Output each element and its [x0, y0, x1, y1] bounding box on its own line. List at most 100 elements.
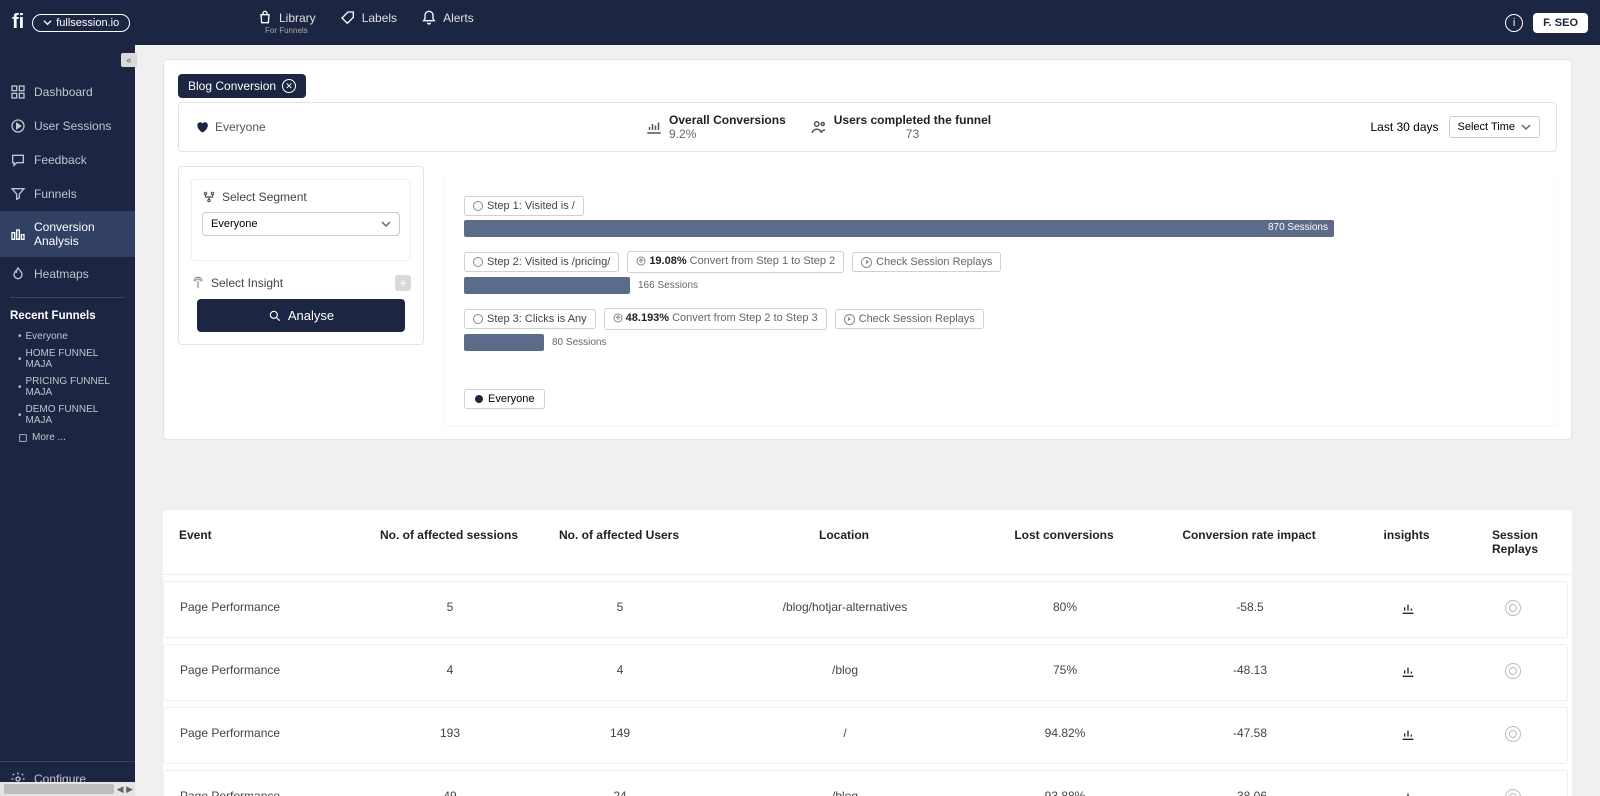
- legend-dot-icon: [475, 395, 483, 403]
- funnel-name: Blog Conversion: [188, 79, 276, 93]
- bar-value: 166 Sessions: [638, 280, 698, 291]
- recent-funnel-item[interactable]: •Everyone: [0, 328, 135, 345]
- heart-icon: [195, 120, 209, 134]
- info-icon[interactable]: i: [1505, 14, 1523, 32]
- arrow-up-icon: [613, 313, 623, 323]
- nav-label: Alerts: [443, 11, 474, 25]
- grid-icon: [10, 84, 26, 100]
- bar-value: 80 Sessions: [552, 337, 606, 348]
- cell-location: /blog: [720, 789, 970, 796]
- arrow-up-icon: [636, 256, 646, 266]
- table-row: Page Performance4924/blog93.88%-38.06: [163, 770, 1568, 796]
- cell-users: 24: [520, 789, 720, 796]
- step-label-pill: Step 2: Visited is /pricing/: [464, 252, 619, 272]
- sidebar-item-conversion[interactable]: Conversion Analysis: [0, 211, 135, 257]
- table-row: Page Performance55/blog/hotjar-alternati…: [163, 581, 1568, 638]
- table-row: Page Performance44/blog75%-48.13: [163, 644, 1568, 701]
- funnel-step: Step 2: Visited is /pricing/ 19.08% Conv…: [464, 251, 1537, 294]
- recent-funnel-item[interactable]: •DEMO FUNNEL MAJA: [0, 401, 135, 429]
- bell-icon: [421, 10, 437, 26]
- col-header-sessions: No. of affected sessions: [379, 528, 519, 556]
- radio-icon: [473, 257, 483, 267]
- check-replays-button[interactable]: Check Session Replays: [852, 252, 1001, 272]
- sidebar-item-heatmaps[interactable]: Heatmaps: [0, 257, 135, 291]
- branch-icon: [202, 190, 216, 204]
- bar-chart-icon: [1400, 789, 1416, 796]
- cell-insights[interactable]: [1340, 600, 1475, 619]
- step-label: Step 3: Clicks is Any: [487, 313, 587, 325]
- horizontal-scrollbar[interactable]: ◀ ▶: [0, 782, 135, 796]
- col-header-replays: Session Replays: [1474, 528, 1556, 556]
- cell-sessions: 5: [380, 600, 520, 619]
- table-row: Page Performance193149/94.82%-47.58: [163, 707, 1568, 764]
- play-icon: [844, 314, 855, 325]
- site-selector[interactable]: fullsession.io: [32, 14, 130, 32]
- recent-funnels-header: Recent Funnels: [0, 304, 135, 328]
- topbar: fi fullsession.io Library For Funnels La…: [0, 0, 1600, 45]
- cell-insights[interactable]: [1340, 726, 1475, 745]
- nav-labels[interactable]: Labels: [340, 10, 397, 35]
- funnel-step: Step 3: Clicks is Any 48.193% Convert fr…: [464, 308, 1537, 351]
- target-icon: [1505, 789, 1521, 796]
- sidebar-item-label: Feedback: [34, 153, 87, 167]
- chevron-down-icon: [43, 18, 52, 27]
- col-header-impact: Conversion rate impact: [1159, 528, 1339, 556]
- cell-replay[interactable]: [1475, 663, 1551, 682]
- bar-chart-icon: [1400, 726, 1416, 742]
- col-header-insights: insights: [1339, 528, 1474, 556]
- conversion-pill: 19.08% Convert from Step 1 to Step 2: [627, 251, 844, 273]
- collapse-sidebar[interactable]: «: [121, 53, 137, 67]
- sidebar-item-feedback[interactable]: Feedback: [0, 143, 135, 177]
- target-icon: [1505, 600, 1521, 616]
- step-bar: [464, 334, 544, 351]
- main-content: Blog Conversion ✕ Everyone Overall Conve…: [135, 45, 1600, 796]
- date-range-label: Last 30 days: [1370, 120, 1438, 134]
- nav-sublabel: For Funnels: [265, 26, 308, 35]
- step-label: Step 2: Visited is /pricing/: [487, 256, 610, 268]
- chevron-down-icon: [381, 219, 391, 229]
- analyse-button[interactable]: Analyse: [197, 299, 405, 332]
- step-bar: [464, 277, 630, 294]
- events-table: Event No. of affected sessions No. of af…: [163, 510, 1572, 796]
- col-header-location: Location: [719, 528, 969, 556]
- nav-alerts[interactable]: Alerts: [421, 10, 474, 35]
- chat-icon: [10, 152, 26, 168]
- cell-location: /blog: [720, 663, 970, 682]
- topbar-right: i F. SEO: [1505, 13, 1588, 33]
- recent-funnel-item[interactable]: •PRICING FUNNEL MAJA: [0, 373, 135, 401]
- user-badge[interactable]: F. SEO: [1533, 13, 1588, 33]
- cell-impact: -48.13: [1160, 663, 1340, 682]
- sidebar-item-label: Heatmaps: [34, 267, 89, 281]
- sidebar-item-funnels[interactable]: Funnels: [0, 177, 135, 211]
- check-replays-button[interactable]: Check Session Replays: [835, 309, 984, 329]
- sidebar: « Dashboard User Sessions Feedback Funne…: [0, 45, 135, 796]
- cell-impact: -47.58: [1160, 726, 1340, 745]
- radio-icon: [473, 201, 483, 211]
- nav-library[interactable]: Library For Funnels: [257, 10, 316, 35]
- cell-replay[interactable]: [1475, 600, 1551, 619]
- cell-sessions: 193: [380, 726, 520, 745]
- sidebar-item-sessions[interactable]: User Sessions: [0, 109, 135, 143]
- cell-replay[interactable]: [1475, 789, 1551, 796]
- col-header-lost: Lost conversions: [969, 528, 1159, 556]
- add-insight-button[interactable]: +: [395, 275, 411, 291]
- cell-users: 5: [520, 600, 720, 619]
- magnify-icon: [268, 309, 282, 323]
- col-header-event: Event: [179, 528, 379, 556]
- segment-dropdown[interactable]: Everyone: [202, 212, 400, 236]
- cell-event: Page Performance: [180, 789, 380, 796]
- time-selector[interactable]: Select Time: [1449, 116, 1540, 138]
- more-funnels[interactable]: More ...: [0, 429, 135, 446]
- cell-location: /blog/hotjar-alternatives: [720, 600, 970, 619]
- cell-lost: 94.82%: [970, 726, 1160, 745]
- funnel-chart: Step 1: Visited is /870 SessionsStep 2: …: [444, 166, 1557, 425]
- play-circle-icon: [10, 118, 26, 134]
- recent-funnel-item[interactable]: •HOME FUNNEL MAJA: [0, 345, 135, 373]
- chart-icon: [645, 118, 663, 136]
- cell-replay[interactable]: [1475, 726, 1551, 745]
- sidebar-item-dashboard[interactable]: Dashboard: [0, 75, 135, 109]
- cell-insights[interactable]: [1340, 663, 1475, 682]
- close-icon[interactable]: ✕: [282, 79, 296, 93]
- analysis-icon: [10, 226, 26, 242]
- cell-insights[interactable]: [1340, 789, 1475, 796]
